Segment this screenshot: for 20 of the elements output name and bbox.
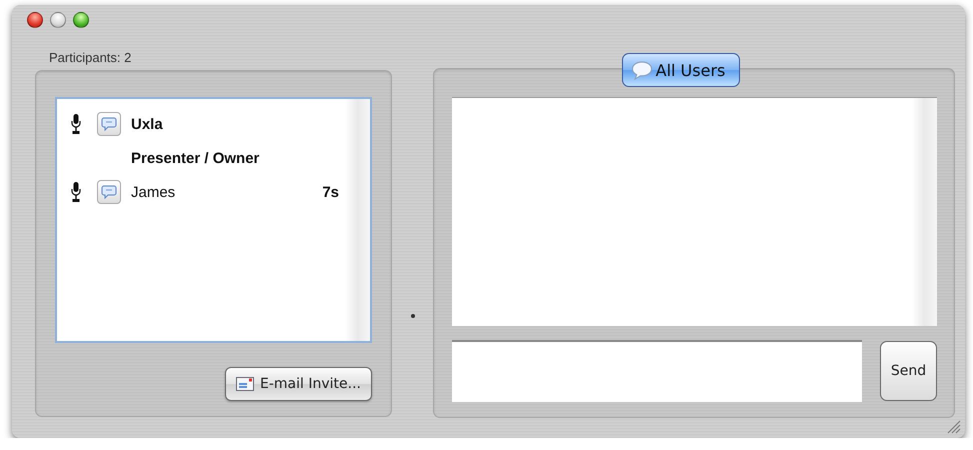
microphone-icon[interactable] (71, 114, 81, 134)
participant-name: Uxla (131, 116, 164, 132)
resize-grip-icon[interactable] (945, 418, 961, 434)
minimize-button[interactable] (50, 12, 66, 28)
send-button[interactable]: Send (880, 341, 937, 401)
participants-count: Participants: 2 (48, 50, 132, 67)
microphone-icon[interactable] (71, 182, 81, 202)
envelope-icon (236, 377, 254, 391)
speaking-time: 7s (322, 184, 339, 200)
participant-role: Presenter / Owner (131, 150, 260, 166)
chat-tab[interactable]: All Users (622, 53, 740, 87)
chat-bubble-icon[interactable] (97, 180, 121, 204)
speech-bubble-icon (630, 60, 653, 80)
message-input[interactable] (452, 340, 862, 402)
chat-bubble-icon[interactable] (97, 112, 121, 136)
email-invite-button[interactable]: E-mail Invite... (225, 367, 372, 401)
zoom-button[interactable] (73, 12, 89, 28)
close-button[interactable] (27, 12, 43, 28)
participant-name: James (131, 184, 176, 200)
splitter-handle-icon[interactable] (410, 314, 414, 318)
